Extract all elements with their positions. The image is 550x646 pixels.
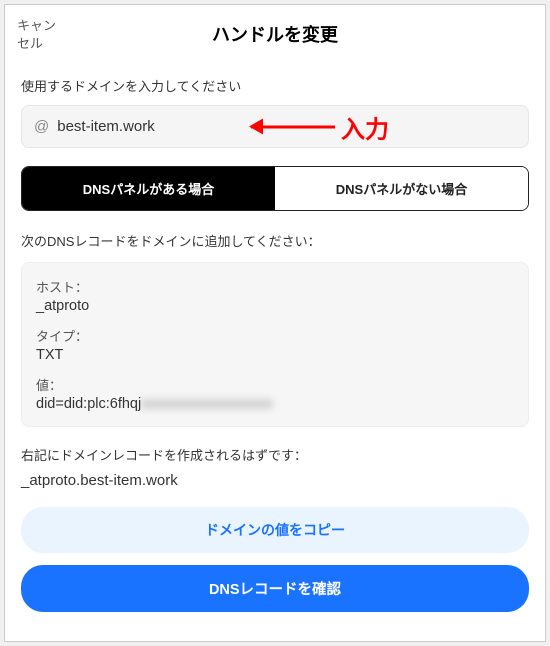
record-name: _atproto.best-item.work [21, 472, 529, 489]
dns-value-blurred: xxxxxxxxxxxxxxxxx [141, 396, 273, 412]
modal-title: ハンドルを変更 [5, 21, 545, 47]
dns-record-box: ホスト： _atproto タイプ： TXT 値： did=did:plc:6f… [21, 262, 529, 427]
dns-type-label: タイプ： [36, 326, 514, 345]
domain-input[interactable]: @ best-item.work [21, 105, 529, 148]
record-note: 右記にドメインレコードを作成されるはずです： [21, 445, 529, 464]
tab-no-dns-panel[interactable]: DNSパネルがない場合 [275, 167, 528, 210]
dns-value-label: 値： [36, 375, 514, 394]
dns-value-value: did=did:plc:6fhqjxxxxxxxxxxxxxxxxx [36, 396, 514, 412]
modal-header: キャンセル ハンドルを変更 [5, 5, 545, 62]
verify-dns-button[interactable]: DNSレコードを確認 [21, 565, 529, 612]
modal-content: 使用するドメインを入力してください @ best-item.work 入力 DN… [5, 62, 545, 641]
modal-container: キャンセル ハンドルを変更 使用するドメインを入力してください @ best-i… [4, 4, 546, 642]
dns-value-prefix: did=did:plc:6fhqj [36, 396, 141, 412]
dns-type-value: TXT [36, 347, 514, 363]
cancel-button[interactable]: キャンセル [17, 17, 65, 52]
tab-has-dns-panel[interactable]: DNSパネルがある場合 [22, 167, 275, 210]
dns-host-label: ホスト： [36, 277, 514, 296]
domain-input-label: 使用するドメインを入力してください [21, 76, 529, 95]
domain-input-value: best-item.work [57, 118, 155, 135]
at-icon: @ [34, 118, 49, 135]
domain-input-wrap: @ best-item.work 入力 [21, 105, 529, 148]
dns-tabs: DNSパネルがある場合 DNSパネルがない場合 [21, 166, 529, 211]
dns-host-value: _atproto [36, 298, 514, 314]
copy-value-button[interactable]: ドメインの値をコピー [21, 507, 529, 553]
dns-instruction: 次のDNSレコードをドメインに追加してください： [21, 231, 529, 250]
